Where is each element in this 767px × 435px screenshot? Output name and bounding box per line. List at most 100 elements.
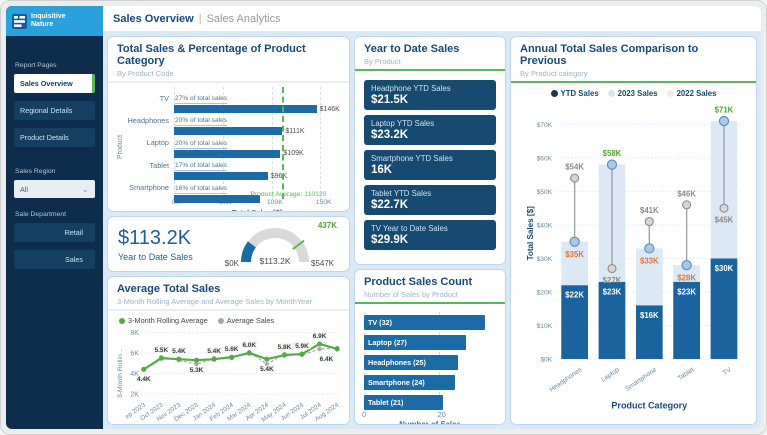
card-category-sales: Total Sales & Percentage of Product Cate… [107,36,350,212]
category-bar-chart[interactable]: Product TV Headphones Laptop Tablet Smartpho… [117,87,340,211]
svg-text:$23K: $23K [603,287,622,296]
legend-item[interactable]: 2023 Sales [607,89,658,98]
data-point[interactable] [281,352,287,358]
svg-text:5.9K: 5.9K [295,343,309,350]
bar[interactable]: Laptop (27) [364,335,466,350]
svg-text:8K: 8K [130,330,139,337]
ytd-gauge[interactable]: $0K $547K $113.2K 437K [211,216,339,271]
svg-text:$113.2K: $113.2K [259,256,290,266]
bar-label: Laptop (27) [368,338,407,347]
department-sales-button[interactable]: Sales [14,250,95,269]
data-point[interactable] [264,356,270,362]
legend-item[interactable]: 3-Month Rolling Average [119,316,208,325]
svg-text:$70K: $70K [537,122,553,129]
data-point[interactable] [299,351,305,357]
gauge-svg[interactable]: $0K $547K $113.2K 437K [211,216,339,268]
dot-2022[interactable] [644,217,654,227]
line-chart[interactable]: 3-Month Rollin... 8K 6K 4K 2K 4.4K 5.5K 5.4K 5.… [117,326,340,423]
data-point[interactable] [194,362,199,367]
ytd-tile[interactable]: Headphone YTD Sales $21.5K [364,80,496,110]
svg-text:TV: TV [722,366,733,377]
legend-item[interactable]: Average Sales [217,316,274,325]
svg-text:Tablet: Tablet [677,366,696,382]
card-title: Average Total Sales [117,283,221,295]
data-point[interactable] [211,356,217,362]
ytd-tile[interactable]: Smartphone YTD Sales 16K [364,150,496,180]
card-subtitle: By Product [364,57,401,66]
data-point[interactable] [193,357,199,363]
dot-2023[interactable] [681,260,692,271]
department-retail-button[interactable]: Retail [14,223,95,242]
card-subtitle: By Product Code [117,69,174,78]
dot-2023[interactable] [606,159,618,170]
ytd-bar[interactable] [710,258,738,360]
bar-list: TV (32) Laptop (27) Headphones (25) Smartph… [364,312,496,410]
legend-label: 2022 Sales [676,89,717,98]
kpi-block: $113.2K Year to Date Sales [118,227,193,262]
data-point[interactable] [316,341,323,347]
data-point[interactable] [228,354,235,360]
plot-area[interactable]: Product Average: 110120 27% of total sale… [174,87,340,203]
ytd-tile[interactable]: Laptop YTD Sales $23.2K [364,115,496,145]
bar[interactable]: Smartphone (24) [364,375,455,390]
report-pages-label: Report Pages [15,62,57,69]
card-title: Product Sales Count [364,276,473,288]
bar[interactable]: TV (32) [364,315,485,330]
legend-item[interactable]: 2022 Sales [666,89,717,98]
card-average-sales: Average Total Sales 3-Month Rolling Aver… [107,276,350,425]
dot-2022[interactable] [719,203,729,213]
line-chart-svg[interactable]: 8K6K4K2K4.4K5.5K 5.4K5.3K5.4K 5.6K6.0K5.4K… [126,326,340,425]
sidebar-item-product-details[interactable]: Product Details [14,128,95,147]
data-point[interactable] [176,356,182,362]
bar-row: 20% of total sales $109K [174,132,340,158]
card-annual-comparison: Annual Total Sales Comparison to Previou… [510,36,757,425]
data-point[interactable] [334,346,340,352]
bar[interactable]: Headphones (25) [364,355,459,370]
bar-label: TV (32) [368,318,392,327]
svg-text:$10K: $10K [537,323,553,330]
percent-label: 20% of total sales [175,117,228,127]
combo-chart-svg[interactable]: $0K $10K $20K $30K $40K $50K $60K $70K $35K $54K $… [520,100,751,420]
dashboard-content: Total Sales & Percentage of Product Cate… [103,32,761,429]
dot-2023[interactable] [718,115,730,127]
svg-text:5.4K: 5.4K [260,366,274,373]
line-chart-legend: 3-Month Rolling Average Average Sales [119,316,340,325]
divider [108,81,349,83]
sales-region-label: Sales Region [15,168,56,175]
x-tick-label: 20 [437,410,446,419]
svg-text:$0K: $0K [225,259,240,268]
ytd-tile[interactable]: Tablet YTD Sales $22.7K [364,185,496,215]
bar[interactable] [174,194,260,203]
legend-item[interactable]: YTD Sales [550,89,599,98]
bar-row: 20% of total sales $111K [174,109,340,136]
tile-value: 16K [371,164,393,176]
card-ytd-kpi: $113.2K Year to Date Sales $0K $547K $113.… [107,216,350,272]
svg-text:$30K: $30K [537,256,553,263]
count-bar-chart[interactable]: TV (32) Laptop (27) Headphones (25) Smartph… [364,312,496,410]
data-point[interactable] [317,346,322,352]
sidebar-item-regional-details[interactable]: Regional Details [14,101,95,120]
dot-2022[interactable] [570,173,580,183]
dot-2023[interactable] [644,243,655,254]
column-middle: Year to Date Sales By Product Headphone … [354,36,506,425]
dot-2022[interactable] [682,200,692,210]
y-axis-labels: TV Headphones Laptop Tablet Smartphone [127,87,174,207]
dot-2023[interactable] [569,236,580,247]
card-subtitle: Number of Sales by Product [364,290,458,299]
data-point[interactable] [246,350,252,356]
data-point[interactable] [141,366,147,372]
page-subtitle: Sales Analytics [206,12,281,25]
x-axis-ticks: 0 20 [362,410,496,420]
ytd-tile[interactable]: TV Year to Date Sales $29.9K [364,220,496,250]
svg-text:$30K: $30K [715,264,734,273]
dot-2022[interactable] [607,263,617,274]
legend-dot-2022 [666,90,674,97]
bar[interactable]: Tablet (21) [364,395,444,410]
green-divider [355,302,505,304]
tile-label: Smartphone YTD Sales [371,154,453,163]
data-point[interactable] [158,355,164,361]
svg-text:6K: 6K [130,351,139,358]
sidebar-item-sales-overview[interactable]: Sales Overview [14,74,95,93]
category-label: TV [159,93,169,103]
region-dropdown[interactable]: All ⌄ [14,180,95,198]
